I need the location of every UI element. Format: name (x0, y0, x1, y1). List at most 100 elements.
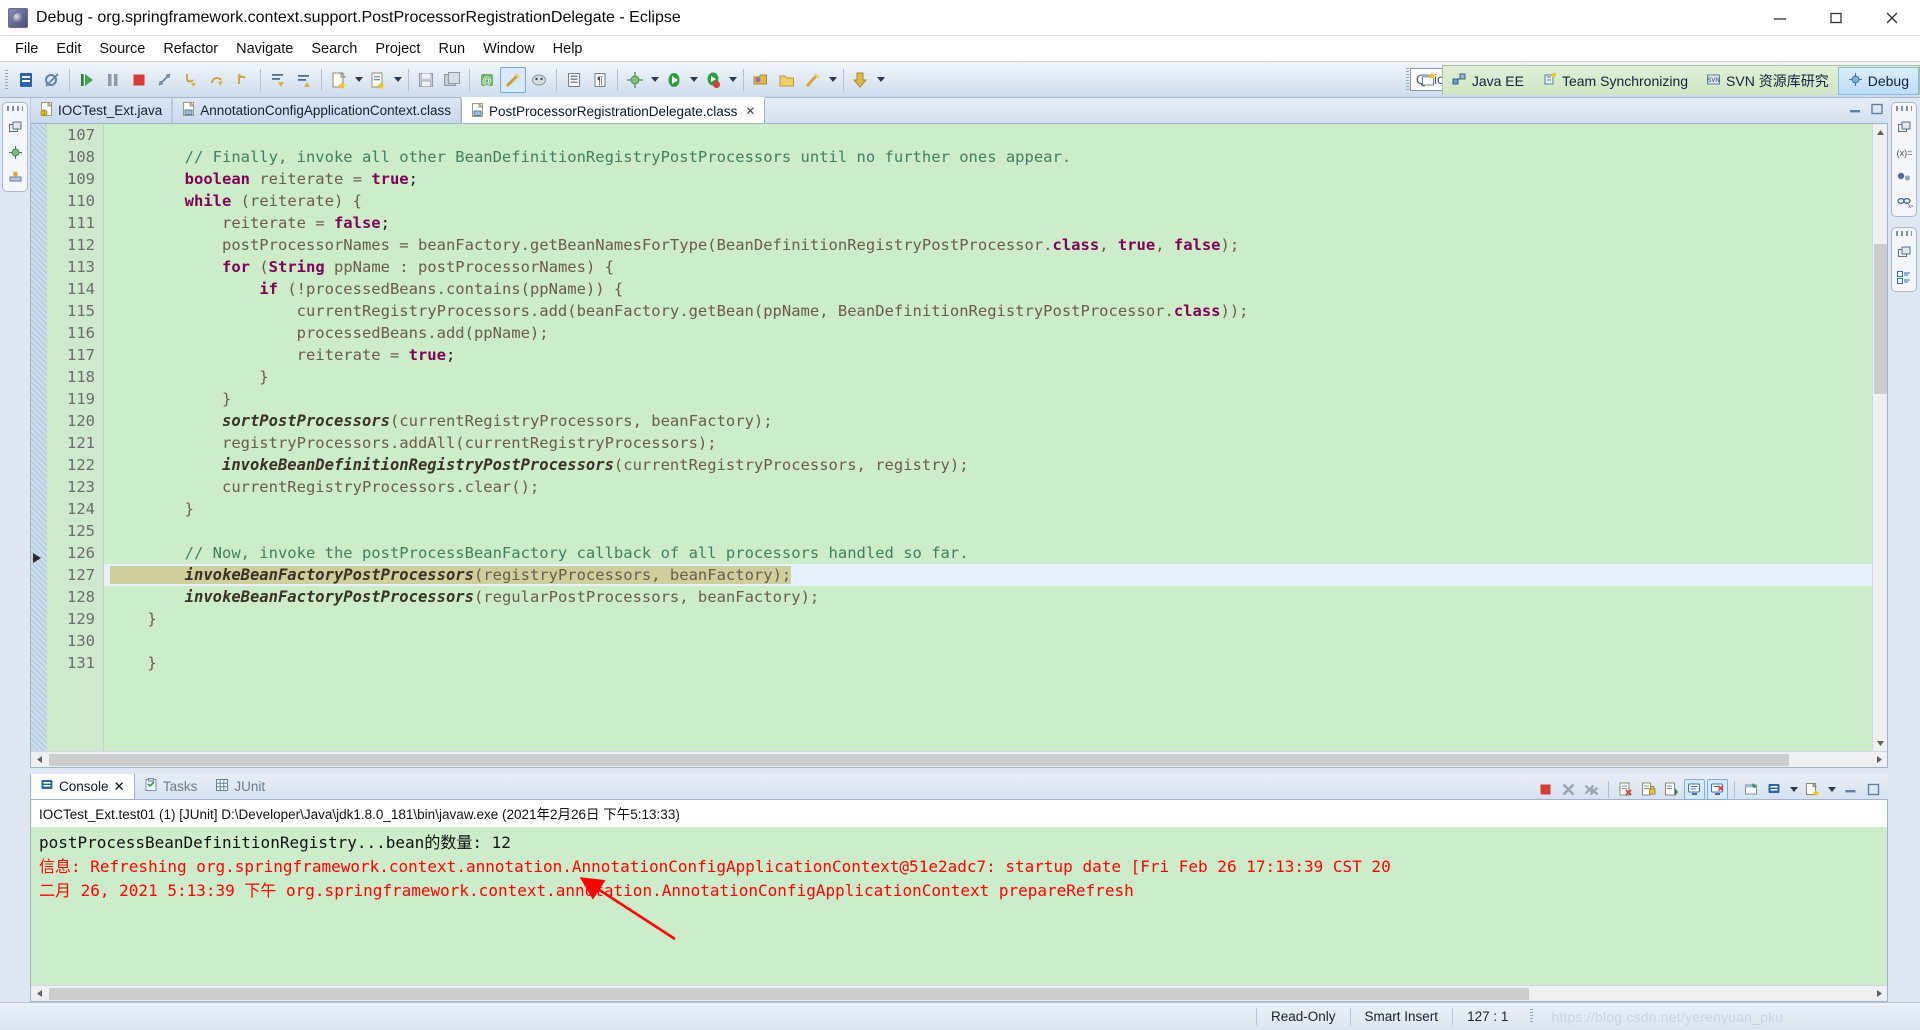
menu-project[interactable]: Project (366, 39, 429, 59)
clear-console-button[interactable] (1615, 779, 1636, 800)
new-wizard-dropdown-icon[interactable] (352, 67, 365, 93)
menu-search[interactable]: Search (302, 39, 366, 59)
save-all-icon[interactable] (439, 67, 465, 93)
code-line[interactable]: sortPostProcessors(currentRegistryProces… (104, 410, 1872, 432)
console-tab-junit[interactable]: JUnit (206, 774, 274, 799)
servers-view-icon[interactable] (6, 168, 24, 186)
editor-hscroll-thumb[interactable] (49, 753, 1789, 766)
pin-console-button[interactable] (1741, 779, 1762, 800)
show-whitespace-icon[interactable]: ¶ (587, 67, 613, 93)
rail-grip[interactable] (1896, 106, 1912, 111)
code-line[interactable]: registryProcessors.addAll(currentRegistr… (104, 432, 1872, 454)
code-line[interactable]: } (104, 388, 1872, 410)
run-icon[interactable] (661, 67, 687, 93)
menu-file[interactable]: File (6, 39, 47, 59)
save-icon[interactable] (413, 67, 439, 93)
editor-tab-postprocessorregistrationdelegate[interactable]: PostProcessorRegistrationDelegate.class … (460, 97, 766, 123)
step-return-icon[interactable] (230, 67, 256, 93)
save-output-button[interactable] (1661, 779, 1682, 800)
debug-run-icon[interactable] (622, 67, 648, 93)
scroll-down-arrow-icon[interactable] (1873, 735, 1887, 751)
outline-view-icon[interactable] (1895, 268, 1913, 286)
new-java-class-icon[interactable] (365, 67, 391, 93)
perspective-svn[interactable]: SVN SVN 资源库研究 (1697, 67, 1838, 95)
toolbar-grip[interactable] (5, 69, 8, 90)
terminate-icon[interactable] (126, 67, 152, 93)
console-tab-tasks[interactable]: Tasks (135, 774, 207, 799)
code-line[interactable]: currentRegistryProcessors.clear(); (104, 476, 1872, 498)
run-dropdown-icon[interactable] (687, 67, 700, 93)
code-line[interactable]: // Now, invoke the postProcessBeanFactor… (104, 542, 1872, 564)
code-line[interactable] (104, 124, 1872, 146)
svn-update-dropdown-icon[interactable] (874, 67, 887, 93)
code-line[interactable]: } (104, 652, 1872, 674)
scroll-left-arrow-icon[interactable] (31, 986, 47, 1002)
code-line[interactable]: if (!processedBeans.contains(ppName)) { (104, 278, 1872, 300)
menu-source[interactable]: Source (90, 39, 154, 59)
minimize-view-button[interactable] (1840, 779, 1861, 800)
svn-update-icon[interactable] (848, 67, 874, 93)
show-console-on-output-button[interactable] (1684, 778, 1705, 800)
editor-horizontal-scrollbar[interactable] (31, 751, 1887, 767)
restore-view-icon[interactable] (6, 118, 24, 136)
external-tools-icon[interactable] (748, 67, 774, 93)
new-java-class-dropdown-icon[interactable] (391, 67, 404, 93)
scroll-up-arrow-icon[interactable] (1873, 124, 1887, 140)
code-line-current[interactable]: invokeBeanFactoryPostProcessors(registry… (104, 564, 1872, 586)
debug-dropdown-icon[interactable] (648, 67, 661, 93)
code-line[interactable] (104, 520, 1872, 542)
perspective-team-synchronizing[interactable]: Team Synchronizing (1533, 67, 1697, 95)
code-line[interactable]: } (104, 608, 1872, 630)
open-folder-icon[interactable] (774, 67, 800, 93)
console-hscroll-track[interactable] (47, 987, 1871, 1001)
perspective-debug[interactable]: Debug (1837, 66, 1919, 95)
new-wizard-icon[interactable] (326, 67, 352, 93)
maximize-editor-icon[interactable] (1870, 102, 1884, 116)
debug-view-icon[interactable] (6, 143, 24, 161)
open-type-icon[interactable] (526, 67, 552, 93)
code-line[interactable] (104, 630, 1872, 652)
code-line[interactable]: boolean reiterate = true; (104, 168, 1872, 190)
suspend-icon[interactable] (100, 67, 126, 93)
toggle-mark-occurrences-icon[interactable]: @ (474, 67, 500, 93)
code-line[interactable]: } (104, 366, 1872, 388)
terminate-button[interactable] (1535, 779, 1556, 800)
close-button[interactable] (1864, 0, 1920, 36)
restore-view-icon[interactable] (1895, 243, 1913, 261)
annotate-dropdown-icon[interactable] (826, 67, 839, 93)
next-annotation-icon[interactable] (265, 67, 291, 93)
code-line[interactable]: } (104, 498, 1872, 520)
display-selected-console-dropdown-icon[interactable] (1787, 776, 1800, 802)
remove-launch-button[interactable] (1558, 779, 1579, 800)
status-insert-mode[interactable]: Smart Insert (1349, 1008, 1453, 1025)
code-editor[interactable]: // Finally, invoke all other BeanDefinit… (103, 124, 1872, 751)
annotation-ruler[interactable] (31, 124, 47, 751)
run-coverage-icon[interactable] (700, 67, 726, 93)
editor-tab-close-icon[interactable]: ✕ (745, 104, 755, 118)
restore-view-icon[interactable] (1895, 118, 1913, 136)
menu-edit[interactable]: Edit (47, 39, 90, 59)
minimize-button[interactable] (1752, 0, 1808, 36)
remove-all-terminated-button[interactable] (1581, 779, 1602, 800)
console-tab-console[interactable]: Console ✕ (30, 774, 135, 799)
console-output[interactable]: postProcessBeanDefinitionRegistry...bean… (31, 827, 1887, 985)
open-console-button[interactable] (1802, 779, 1823, 800)
step-into-icon[interactable] (178, 67, 204, 93)
menu-help[interactable]: Help (544, 39, 592, 59)
menu-window[interactable]: Window (474, 39, 544, 59)
previous-annotation-icon[interactable] (291, 67, 317, 93)
console-hscroll-thumb[interactable] (49, 987, 1529, 1000)
variables-view-icon[interactable]: (x)= (1895, 143, 1913, 161)
skip-breakpoints-icon[interactable] (39, 67, 65, 93)
scroll-right-arrow-icon[interactable] (1871, 986, 1887, 1002)
open-perspective-button[interactable] (1416, 67, 1442, 93)
menu-refactor[interactable]: Refactor (154, 39, 227, 59)
code-line[interactable]: invokeBeanFactoryPostProcessors(regularP… (104, 586, 1872, 608)
display-selected-console-button[interactable] (1764, 779, 1785, 800)
code-line[interactable]: for (String ppName : postProcessorNames)… (104, 256, 1872, 278)
scroll-right-arrow-icon[interactable] (1871, 752, 1887, 768)
debug-view-icon[interactable] (13, 67, 39, 93)
breakpoints-view-icon[interactable] (1895, 168, 1913, 186)
annotate-icon[interactable] (800, 67, 826, 93)
editor-scrollbar-thumb[interactable] (1874, 244, 1887, 394)
